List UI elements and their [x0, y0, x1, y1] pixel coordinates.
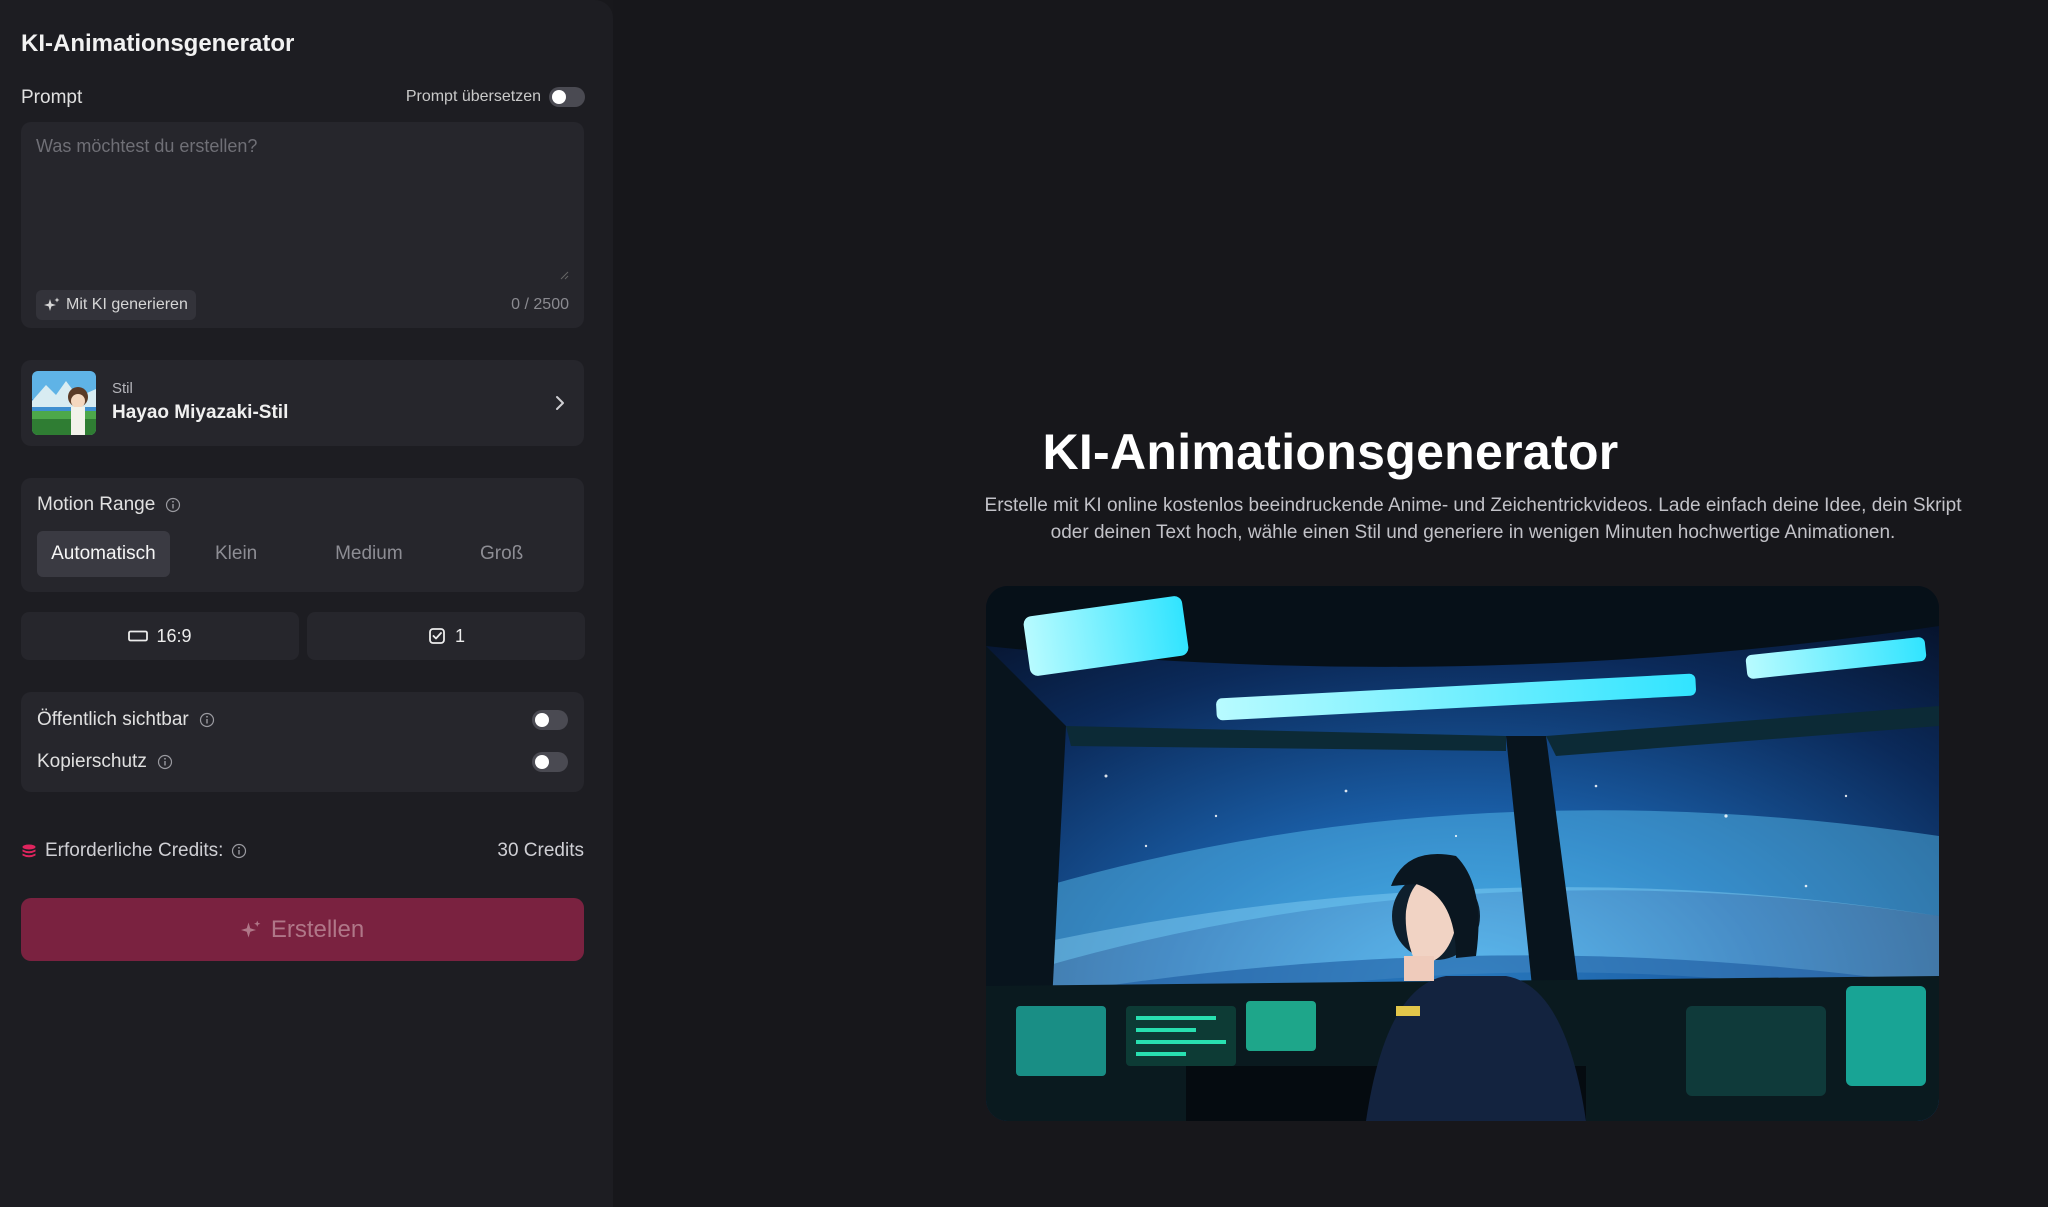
generate-with-ai-label: Mit KI generieren: [66, 296, 188, 313]
translate-prompt-toggle[interactable]: [549, 87, 585, 107]
main-content: KI-Animationsgenerator Erstelle mit KI o…: [613, 0, 2048, 1207]
public-visibility-row: Öffentlich sichtbar: [37, 707, 568, 733]
public-visibility-label: Öffentlich sichtbar: [37, 709, 189, 730]
copy-protection-toggle[interactable]: [532, 752, 568, 772]
resize-grip-icon[interactable]: [559, 270, 569, 280]
app-title: KI-Animationsgenerator: [21, 30, 295, 57]
chevron-right-icon: [556, 396, 564, 410]
motion-range-panel: Motion Range Automatisch Klein Medium Gr…: [21, 478, 584, 592]
motion-range-label: Motion Range: [37, 494, 156, 515]
motion-option-gross[interactable]: Groß: [435, 531, 568, 577]
privacy-panel: Öffentlich sichtbar Kopierschutz: [21, 692, 584, 792]
info-icon[interactable]: [157, 754, 173, 770]
credits-row: Erforderliche Credits: 30 Credits: [21, 840, 584, 862]
sparkle-icon: [240, 920, 261, 937]
toggle-knob: [535, 755, 549, 769]
aspect-ratio-icon: [128, 630, 149, 642]
char-count: 0 / 2500: [511, 296, 569, 313]
prompt-input[interactable]: [21, 122, 584, 282]
credits-value: 30 Credits: [497, 840, 584, 861]
sparkle-icon: [44, 297, 60, 311]
create-button[interactable]: Erstellen: [21, 898, 584, 961]
style-value: Hayao Miyazaki-Stil: [112, 402, 289, 423]
prompt-label: Prompt: [21, 87, 83, 108]
info-icon[interactable]: [231, 843, 247, 859]
toggle-knob: [535, 713, 549, 727]
aspect-ratio-button[interactable]: 16:9: [21, 612, 299, 660]
info-icon[interactable]: [199, 712, 215, 728]
motion-option-medium[interactable]: Medium: [303, 531, 436, 577]
image-count-value: 1: [454, 625, 465, 646]
image-count-icon: [429, 628, 445, 644]
style-thumbnail: [32, 371, 96, 435]
credits-stack-icon: [22, 844, 36, 858]
credits-label: Erforderliche Credits:: [45, 840, 224, 861]
copy-protection-label: Kopierschutz: [37, 751, 147, 772]
prompt-box: Mit KI generieren 0 / 2500: [21, 122, 584, 328]
public-visibility-toggle[interactable]: [532, 710, 568, 730]
hero-subtitle: Erstelle mit KI online kostenlos beeindr…: [984, 495, 1962, 543]
translate-prompt-row: Prompt übersetzen: [406, 87, 585, 107]
motion-option-klein[interactable]: Klein: [170, 531, 303, 577]
generate-with-ai-button[interactable]: Mit KI generieren: [36, 290, 196, 320]
style-selector[interactable]: Stil Hayao Miyazaki-Stil: [21, 360, 584, 446]
info-icon[interactable]: [165, 497, 181, 513]
aspect-ratio-value: 16:9: [156, 625, 192, 646]
translate-prompt-label: Prompt übersetzen: [405, 88, 541, 105]
hero-preview-image: [986, 586, 1939, 1121]
create-button-label: Erstellen: [270, 915, 365, 943]
motion-option-automatisch[interactable]: Automatisch: [37, 531, 170, 577]
motion-range-options: Automatisch Klein Medium Groß: [37, 531, 568, 577]
image-count-button[interactable]: 1: [307, 612, 585, 660]
copy-protection-row: Kopierschutz: [37, 749, 568, 775]
toggle-knob: [552, 90, 566, 104]
motion-range-heading: Motion Range: [37, 494, 181, 516]
hero-title: KI-Animationsgenerator: [1042, 424, 1619, 480]
sidebar: KI-Animationsgenerator Prompt Prompt übe…: [0, 0, 613, 1207]
style-label: Stil: [112, 380, 133, 397]
